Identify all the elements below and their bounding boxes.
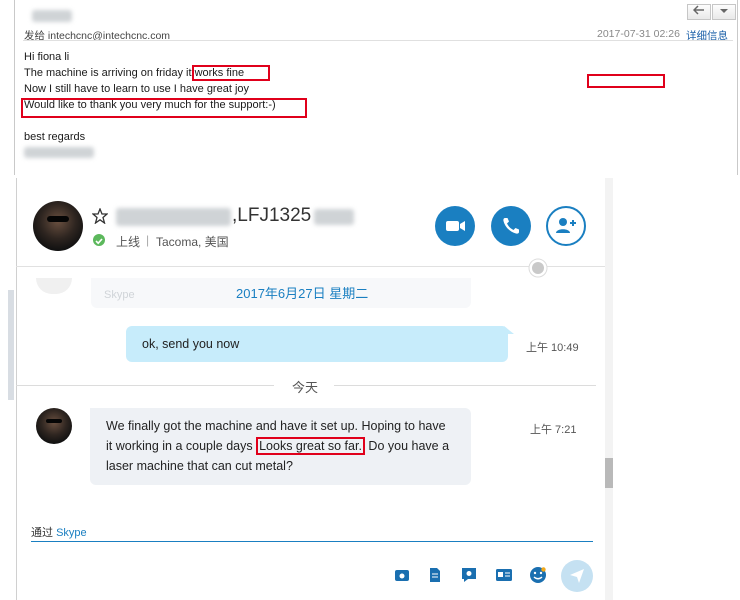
faded-avatar: [36, 278, 72, 294]
send-arrow-icon: [570, 569, 584, 583]
highlighted-text: Looks great so far.: [256, 437, 365, 455]
dropdown-button[interactable]: [712, 4, 736, 20]
header-divider: [16, 266, 605, 267]
globe-icon: [528, 258, 548, 278]
message-text: ok, send you now: [142, 337, 240, 351]
divider-line-left: [16, 385, 274, 386]
reply-button[interactable]: [687, 4, 711, 20]
star-icon[interactable]: [92, 208, 108, 224]
send-button[interactable]: [561, 560, 593, 592]
location-text: Tacoma, 美国: [156, 235, 229, 249]
blurred-signature: [24, 147, 94, 158]
window-border: [16, 178, 17, 600]
sender-avatar[interactable]: [36, 408, 72, 444]
bubble-tail: [504, 326, 514, 334]
message-time: 上午 10:49: [526, 342, 579, 354]
highlight-box: [21, 98, 307, 118]
email-line: Now I still have to learn to use I have …: [24, 83, 250, 95]
email-timestamp: 2017-07-31 02:26: [597, 28, 680, 40]
file-icon[interactable]: [426, 566, 444, 584]
compose-underline: [31, 541, 593, 542]
contact-name: ,LFJ1325: [232, 205, 312, 226]
emoticon-icon[interactable]: [528, 565, 548, 585]
add-person-icon: [556, 218, 576, 233]
avatar[interactable]: [33, 201, 83, 251]
sunglasses: [47, 216, 69, 222]
chevron-down-icon: [720, 9, 728, 13]
contact-card-icon[interactable]: [494, 566, 514, 584]
date-divider: 2017年6月27日 星期二: [236, 286, 369, 301]
scrollbar-track[interactable]: [605, 178, 613, 600]
highlight-box: [192, 65, 270, 81]
divider: [23, 40, 733, 41]
via-label: 通过 Skype: [31, 527, 87, 539]
reply-arrow-icon: [692, 5, 704, 15]
skype-chat-window: ,LFJ1325 上线 | Tacoma, 美国 Skype 2017年6月27…: [16, 178, 613, 600]
blurred-contact-name: [116, 208, 231, 226]
background-scrollbar: [8, 290, 14, 400]
outgoing-message[interactable]: ok, send you now: [126, 326, 508, 362]
email-line: best regards: [24, 131, 86, 143]
via-service-link[interactable]: Skype: [56, 527, 87, 539]
add-people-button[interactable]: [546, 206, 586, 246]
email-line: Hi fiona li: [24, 51, 70, 63]
video-camera-icon: [446, 221, 465, 231]
scrollbar-thumb[interactable]: [605, 458, 613, 488]
faded-skype-label: Skype: [104, 289, 135, 301]
media-icon[interactable]: [393, 566, 411, 584]
today-divider: 今天: [292, 380, 319, 395]
highlight-box: [587, 74, 665, 88]
audio-call-button[interactable]: [491, 206, 531, 246]
online-status-icon: [93, 234, 105, 246]
divider-line-right: [334, 385, 596, 386]
video-message-icon[interactable]: [459, 566, 479, 584]
blurred-contact-suffix: [314, 209, 354, 225]
incoming-message[interactable]: We finally got the machine and have it s…: [90, 408, 471, 485]
email-preview: 发给 intechcnc@intechcnc.com 2017-07-31 02…: [14, 0, 738, 178]
status-text: 上线: [116, 235, 141, 249]
phone-icon: [503, 218, 519, 234]
message-time: 上午 7:21: [530, 424, 577, 436]
blurred-sender-name: [32, 10, 72, 22]
sunglasses: [46, 419, 62, 423]
status-separator: |: [146, 233, 150, 247]
video-call-button[interactable]: [435, 206, 475, 246]
